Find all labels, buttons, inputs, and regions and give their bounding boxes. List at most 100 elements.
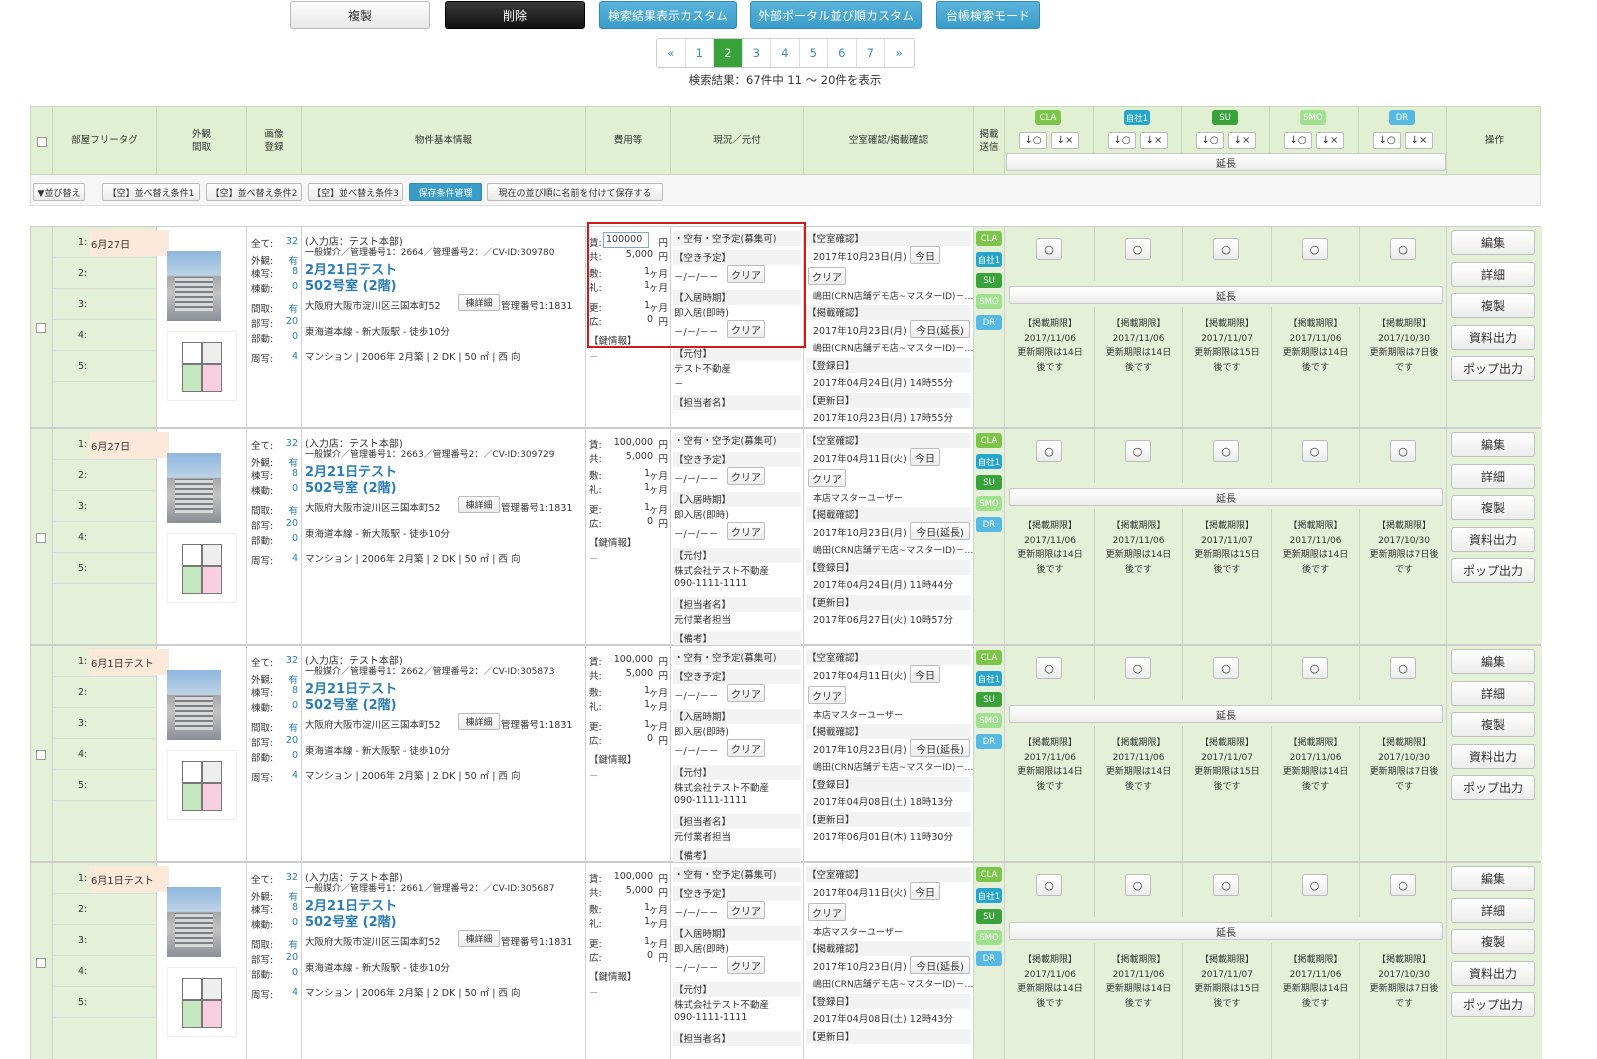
image-count-room_video[interactable]: 0 [292,331,298,342]
edit-button[interactable]: 編集 [1451,649,1535,674]
image-count-layout[interactable]: 有 [288,301,298,315]
image-count-building[interactable]: 8 [292,902,298,913]
move-in-date[interactable]: －/－/－－ [674,960,718,974]
portal-sort-desc-1[interactable]: ↓× [1140,132,1168,149]
post-send-badge-4[interactable]: DR [976,315,1002,330]
post-send-badge-3[interactable]: SMO [976,294,1002,309]
sort-toggle[interactable]: ▼並び替え [33,183,85,201]
portal-sort-asc-0[interactable]: ↓○ [1019,132,1047,149]
image-count-layout[interactable]: 有 [288,720,298,734]
portal-sort-desc-4[interactable]: ↓× [1405,132,1433,149]
header-extend-button[interactable]: 延長 [1006,153,1446,171]
portal-post-button-1[interactable]: ○ [1124,657,1151,679]
duplicate-button[interactable]: 複製 [1451,929,1535,954]
edit-button[interactable]: 編集 [1451,230,1535,255]
image-count-building[interactable]: 8 [292,266,298,277]
room-title-link[interactable]: 502号室 (2階) [305,911,397,930]
custom-search-display-button[interactable]: 検索結果表示カスタム [599,1,737,29]
post-send-badge-3[interactable]: SMO [976,713,1002,728]
image-count-layout[interactable]: 有 [288,503,298,517]
exterior-photo[interactable] [167,670,221,740]
page-7-button[interactable]: 7 [856,39,885,67]
post-send-badge-3[interactable]: SMO [976,496,1002,511]
portal-post-button-4[interactable]: ○ [1390,238,1416,260]
sort-cond-3-button[interactable]: 【空】並べ替え条件3 [308,183,403,201]
image-count-surround[interactable]: 4 [292,351,298,362]
image-count-building_video[interactable]: 0 [292,281,298,292]
row-checkbox[interactable] [36,323,46,333]
today-button[interactable]: 今日 [910,448,940,466]
document-output-button[interactable]: 資料出力 [1451,324,1535,350]
select-all-checkbox[interactable] [36,136,47,147]
duplicate-button[interactable]: 複製 [1451,293,1535,318]
image-count-surround[interactable]: 4 [292,770,298,781]
document-output-button[interactable]: 資料出力 [1451,526,1535,552]
move-in-date[interactable]: －/－/－－ [674,526,718,540]
clear-vacancy-button[interactable]: クリア [727,467,765,485]
clear-vacancy-check-button[interactable]: クリア [808,267,846,285]
image-count-all[interactable]: 32 [286,236,298,247]
portal-post-button-3[interactable]: ○ [1301,657,1328,679]
portal-post-button-2[interactable]: ○ [1213,657,1239,679]
vacancy-plan-date[interactable]: －/－/－－ [674,471,718,485]
row-extend-button[interactable]: 延長 [1009,922,1443,940]
portal-post-button-2[interactable]: ○ [1213,874,1239,896]
image-count-building_video[interactable]: 0 [292,700,298,711]
image-count-exterior[interactable]: 有 [288,455,298,469]
ledger-mode-button[interactable]: 台帳検索モード [936,1,1040,29]
image-count-surround[interactable]: 4 [292,553,298,564]
saved-conditions-button[interactable]: 保存条件管理 [409,183,482,201]
post-send-badge-1[interactable]: 自社1 [976,671,1002,686]
post-send-badge-4[interactable]: DR [976,734,1002,749]
post-send-badge-0[interactable]: CLA [976,433,1002,448]
detail-button[interactable]: 詳細 [1451,897,1535,923]
portal-post-button-1[interactable]: ○ [1124,238,1151,260]
post-send-badge-2[interactable]: SU [976,909,1002,924]
portal-post-button-4[interactable]: ○ [1390,874,1416,896]
post-send-badge-1[interactable]: 自社1 [976,252,1002,267]
image-count-all[interactable]: 32 [286,655,298,666]
building-detail-button[interactable]: 棟詳細 [458,294,500,311]
portal-sort-asc-2[interactable]: ↓○ [1196,132,1224,149]
room-title-link[interactable]: 502号室 (2階) [305,477,397,496]
custom-portal-order-button[interactable]: 外部ポータル並び順カスタム [750,1,922,29]
post-send-badge-2[interactable]: SU [976,692,1002,707]
row-extend-button[interactable]: 延長 [1009,488,1443,506]
post-send-badge-2[interactable]: SU [976,475,1002,490]
duplicate-button[interactable]: 複製 [1451,712,1535,737]
copy-button[interactable]: 複製 [290,1,430,29]
image-count-surround[interactable]: 4 [292,987,298,998]
floorplan-photo[interactable] [167,967,237,1037]
row-checkbox[interactable] [36,958,46,968]
edit-button[interactable]: 編集 [1451,432,1535,457]
image-count-room_video[interactable]: 0 [292,533,298,544]
today-extend-button[interactable]: 今日(延長) [910,956,970,974]
today-button[interactable]: 今日 [910,882,940,900]
portal-sort-asc-4[interactable]: ↓○ [1373,132,1401,149]
row-checkbox[interactable] [36,750,46,760]
portal-post-button-3[interactable]: ○ [1301,440,1328,462]
image-count-exterior[interactable]: 有 [288,672,298,686]
page-5-button[interactable]: 5 [799,39,828,67]
clear-move-in-button[interactable]: クリア [727,739,765,757]
image-count-building_video[interactable]: 0 [292,483,298,494]
pop-output-button[interactable]: ポップ出力 [1451,992,1535,1017]
row-extend-button[interactable]: 延長 [1009,286,1443,304]
exterior-photo[interactable] [167,251,221,321]
post-send-badge-0[interactable]: CLA [976,867,1002,882]
floorplan-photo[interactable] [167,750,237,820]
image-count-building[interactable]: 8 [292,685,298,696]
page-3-button[interactable]: 3 [742,39,771,67]
clear-move-in-button[interactable]: クリア [727,956,765,974]
portal-post-button-4[interactable]: ○ [1390,657,1416,679]
portal-post-button-2[interactable]: ○ [1213,440,1239,462]
clear-vacancy-button[interactable]: クリア [727,684,765,702]
building-detail-button[interactable]: 棟詳細 [458,930,500,947]
sort-cond-2-button[interactable]: 【空】並べ替え条件2 [206,183,302,201]
portal-post-button-4[interactable]: ○ [1390,440,1416,462]
image-count-layout[interactable]: 有 [288,937,298,951]
image-count-room_video[interactable]: 0 [292,967,298,978]
image-count-all[interactable]: 32 [286,438,298,449]
image-count-room[interactable]: 20 [286,952,298,963]
detail-button[interactable]: 詳細 [1451,680,1535,706]
